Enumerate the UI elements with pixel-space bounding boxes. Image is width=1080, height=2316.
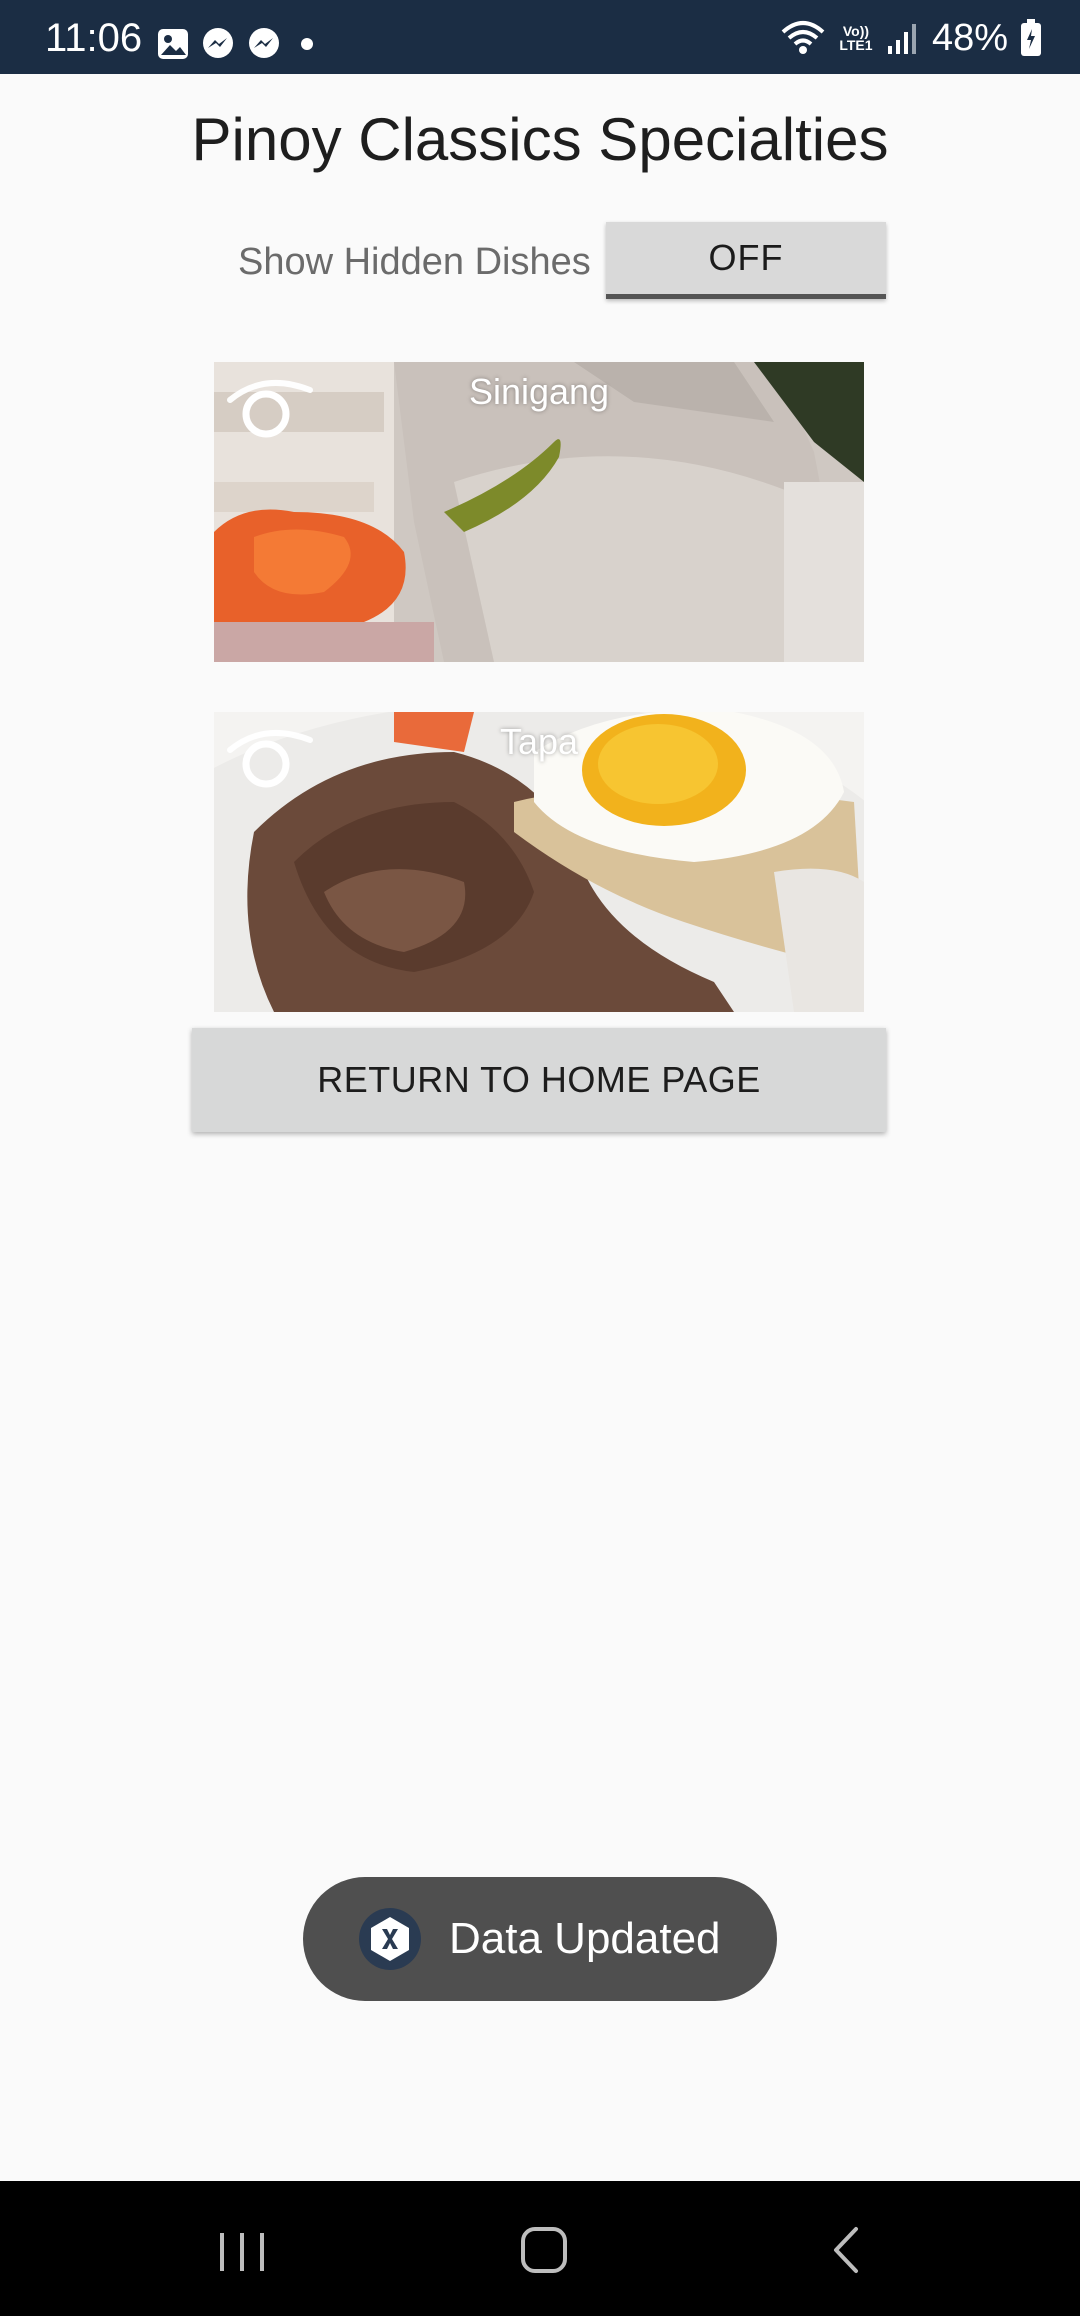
show-hidden-row: Show Hidden Dishes OFF — [0, 222, 1080, 299]
wifi-icon — [781, 21, 825, 54]
show-hidden-label: Show Hidden Dishes — [238, 241, 591, 283]
toast-notification: Data Updated — [303, 1877, 777, 2001]
back-icon[interactable] — [766, 2181, 926, 2316]
dish-card-sinigang[interactable]: Sinigang — [214, 362, 864, 662]
show-hidden-toggle[interactable]: OFF — [606, 222, 886, 299]
gallery-icon — [158, 29, 188, 59]
navigation-bar — [0, 2181, 1080, 2316]
notification-icons — [156, 26, 322, 62]
status-bar: 11:06 Vo)) LTE1 48% — [0, 0, 1080, 74]
battery-charging-icon — [1021, 19, 1041, 56]
messenger-icon — [203, 28, 233, 58]
toast-text: Data Updated — [449, 1914, 721, 1963]
page-title: Pinoy Classics Specialties — [191, 106, 889, 173]
system-icons: Vo)) LTE1 48% — [780, 16, 1042, 60]
home-icon[interactable] — [464, 2181, 624, 2316]
hide-toggle-icon[interactable] — [214, 362, 334, 472]
battery-percent: 48% — [931, 17, 1008, 59]
recent-apps-icon[interactable] — [162, 2181, 322, 2316]
dish-card-tapa[interactable]: Tapa — [214, 712, 864, 1012]
messenger-icon — [249, 28, 279, 58]
signal-icon — [887, 24, 916, 54]
hide-toggle-icon[interactable] — [214, 712, 334, 822]
dot-icon — [301, 38, 313, 50]
status-time: 11:06 — [45, 16, 143, 60]
xamarin-icon — [359, 1908, 421, 1970]
volte-icon: Vo)) LTE1 — [839, 23, 873, 53]
return-home-button[interactable]: RETURN TO HOME PAGE — [192, 1028, 886, 1132]
